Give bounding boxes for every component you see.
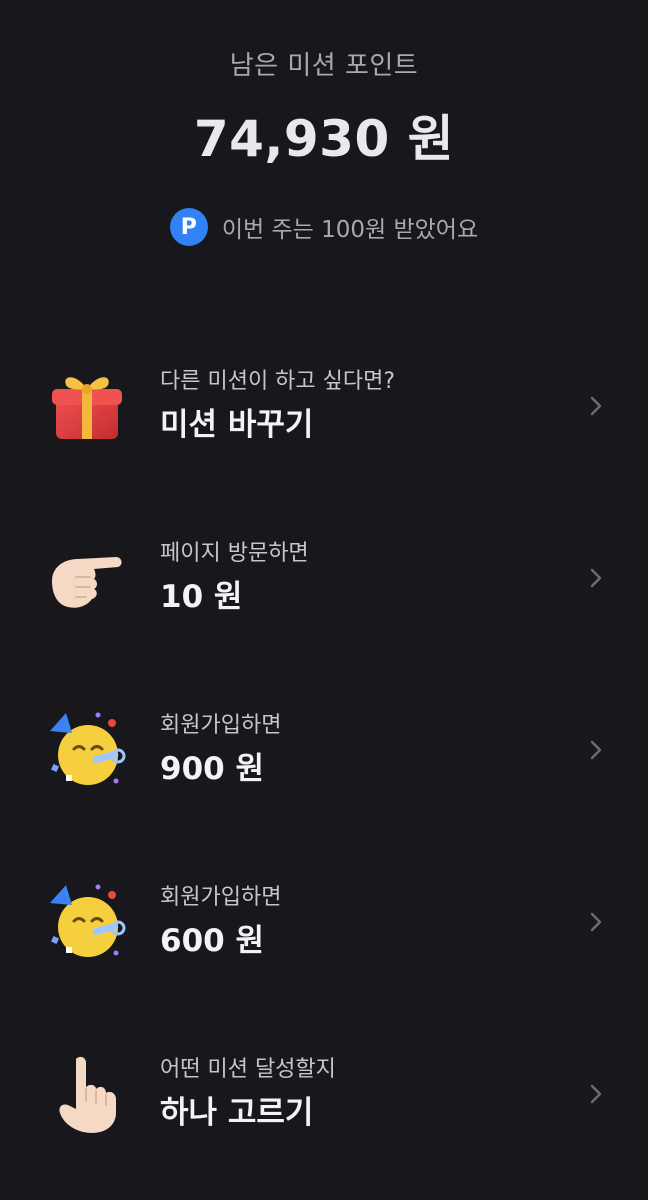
mission-texts: 어떤 미션 달성할지 하나 고르기 — [160, 1055, 336, 1133]
mission-title: 600 원 — [160, 923, 265, 959]
chevron-right-icon — [584, 566, 608, 590]
weekly-earned-text: 이번 주는 100원 받았어요 — [221, 217, 479, 243]
chevron-right-icon — [584, 1082, 608, 1106]
mission-row-change-mission[interactable]: 다른 미션이 하고 싶다면? 미션 바꾸기 — [0, 320, 648, 492]
points-label: 남은 미션 포인트 — [229, 51, 419, 81]
mission-texts: 페이지 방문하면 10 원 — [160, 539, 309, 617]
chevron-right-icon — [584, 738, 608, 762]
mission-title: 미션 바꾸기 — [160, 407, 314, 443]
gift-icon — [46, 365, 128, 447]
pointing-up-hand-icon — [46, 1053, 128, 1135]
mission-list: 다른 미션이 하고 싶다면? 미션 바꾸기 페이지 방문하면 10 원 회원가입… — [0, 320, 648, 1180]
chevron-right-icon — [584, 910, 608, 934]
pointing-right-hand-icon — [46, 537, 128, 619]
mission-subtitle: 다른 미션이 하고 싶다면? — [160, 369, 396, 394]
mission-texts: 다른 미션이 하고 싶다면? 미션 바꾸기 — [160, 367, 395, 445]
mission-texts: 회원가입하면 600 원 — [160, 883, 281, 961]
mission-title: 900 원 — [160, 751, 265, 787]
mission-subtitle: 어떤 미션 달성할지 — [160, 1057, 336, 1082]
mission-title: 10 원 — [160, 579, 243, 615]
points-amount: 74,930 원 — [193, 110, 455, 168]
mission-row-pick-one[interactable]: 어떤 미션 달성할지 하나 고르기 — [0, 1008, 648, 1180]
point-badge-icon: P — [169, 208, 208, 246]
mission-row-page-visit[interactable]: 페이지 방문하면 10 원 — [0, 492, 648, 664]
points-header: 남은 미션 포인트 74,930 원 P 이번 주는 100원 받았어요 — [0, 0, 648, 246]
mission-texts: 회원가입하면 900 원 — [160, 711, 281, 789]
party-face-icon — [46, 881, 128, 963]
mission-row-signup-900[interactable]: 회원가입하면 900 원 — [0, 664, 648, 836]
mission-points-screen: 남은 미션 포인트 74,930 원 P 이번 주는 100원 받았어요 다른 … — [0, 0, 648, 1200]
mission-subtitle: 회원가입하면 — [160, 713, 282, 738]
weekly-earned-info: P 이번 주는 100원 받았어요 — [0, 208, 648, 246]
mission-subtitle: 페이지 방문하면 — [160, 541, 309, 566]
mission-subtitle: 회원가입하면 — [160, 885, 282, 910]
chevron-right-icon — [584, 394, 608, 418]
party-face-icon — [46, 709, 128, 791]
mission-title: 하나 고르기 — [160, 1095, 314, 1131]
mission-row-signup-600[interactable]: 회원가입하면 600 원 — [0, 836, 648, 1008]
